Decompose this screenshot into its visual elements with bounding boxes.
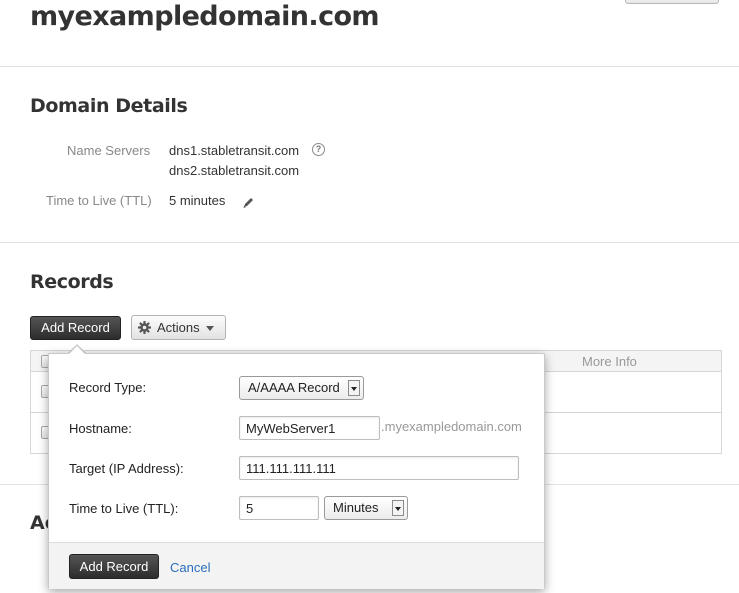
header-action-button[interactable] (625, 0, 719, 4)
add-record-button[interactable]: Add Record (30, 316, 121, 340)
gear-icon (138, 321, 151, 334)
popover-arrow-fill (68, 346, 86, 355)
record-type-value: A/AAAA Record (248, 380, 340, 395)
popover-footer: Add Record Cancel (49, 542, 544, 589)
divider (0, 242, 739, 243)
divider (0, 66, 739, 67)
hostname-domain-suffix: .myexampledomain.com (381, 419, 522, 434)
column-header-more-info: More Info (582, 354, 637, 369)
ttl-unit-select[interactable]: Minutes (324, 496, 408, 520)
section-heading-partial: Ac (30, 512, 50, 534)
hostname-input[interactable] (239, 416, 380, 440)
record-type-select[interactable]: A/AAAA Record (239, 376, 364, 400)
record-ttl-label: Time to Live (TTL): (69, 501, 179, 516)
submit-add-record-button[interactable]: Add Record (69, 554, 159, 579)
add-record-popover: Record Type: A/AAAA Record Hostname: .my… (48, 353, 545, 589)
help-icon[interactable]: ? (312, 143, 325, 156)
record-type-label: Record Type: (69, 380, 147, 395)
domain-details-heading: Domain Details (30, 95, 188, 117)
ttl-label: Time to Live (TTL) (46, 193, 152, 208)
actions-dropdown-button[interactable]: Actions (131, 315, 226, 340)
ttl-value: 5 minutes (169, 193, 226, 208)
target-label: Target (IP Address): (69, 461, 184, 476)
cancel-link[interactable]: Cancel (170, 560, 210, 575)
page-title: myexampledomain.com (30, 1, 380, 32)
target-ip-input[interactable] (239, 456, 519, 480)
chevron-down-icon (392, 500, 404, 516)
chevron-down-icon (348, 380, 360, 396)
ttl-input[interactable] (239, 496, 319, 520)
hostname-label: Hostname: (69, 421, 132, 436)
name-server-2: dns2.stabletransit.com (169, 163, 300, 178)
ttl-unit-value: Minutes (333, 500, 379, 515)
records-heading: Records (30, 271, 114, 293)
actions-label: Actions (157, 320, 200, 335)
name-servers-label: Name Servers (67, 143, 151, 158)
name-server-1: dns1.stabletransit.com (169, 143, 300, 158)
pencil-icon[interactable] (241, 196, 255, 210)
chevron-down-icon (206, 326, 214, 331)
